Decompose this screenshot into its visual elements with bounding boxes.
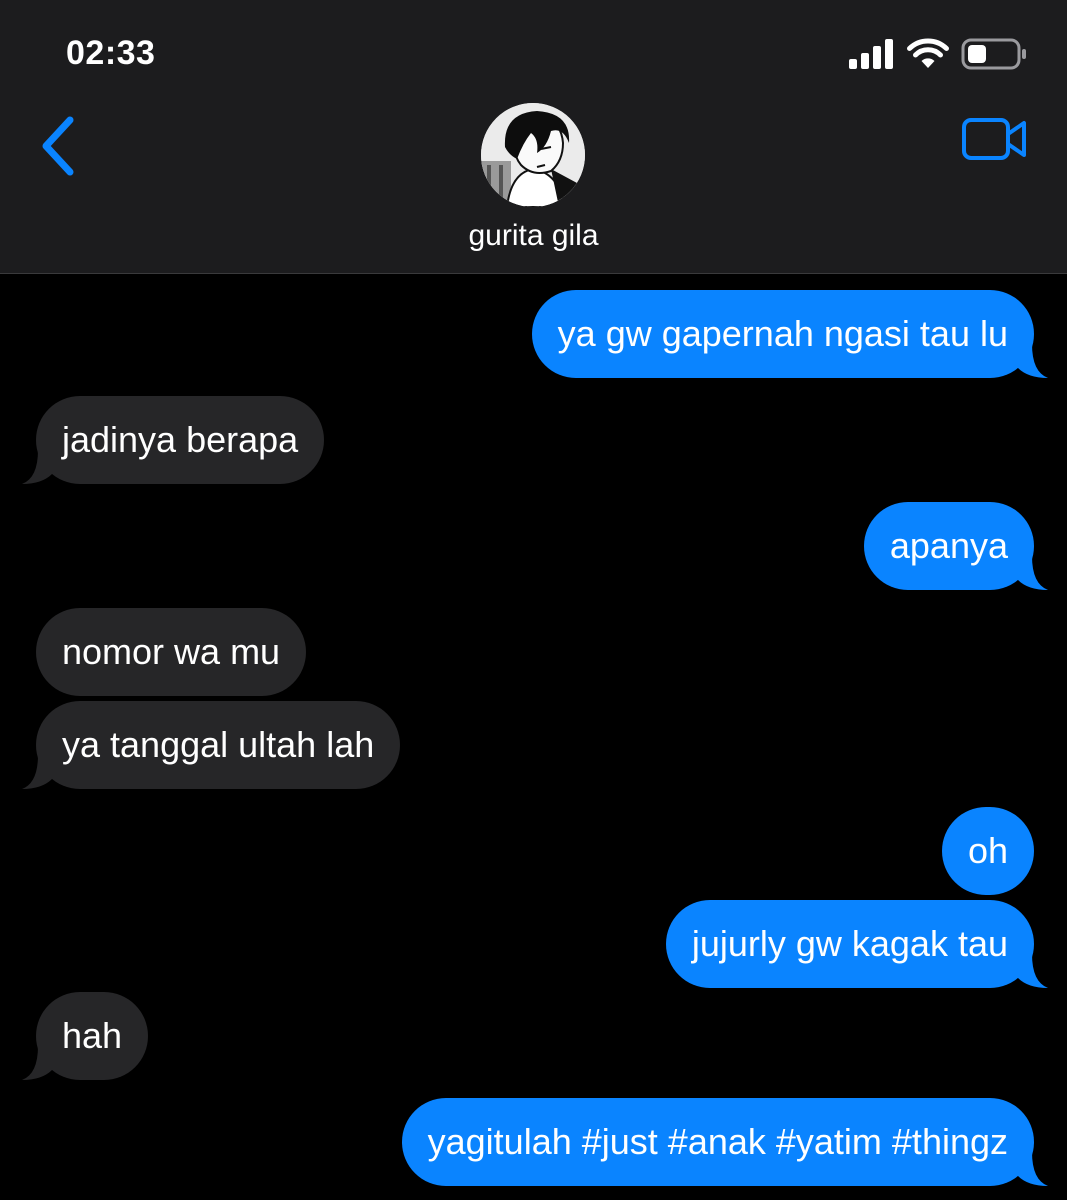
message-bubble-received[interactable]: nomor wa mu — [36, 608, 307, 696]
message-text: jadinya berapa — [62, 419, 299, 460]
message-bubble-sent[interactable]: oh — [941, 807, 1034, 895]
message-bubble-received[interactable]: ya tanggal ultah lah — [22, 701, 401, 789]
back-button[interactable] — [36, 112, 86, 182]
status-time: 02:33 — [66, 34, 156, 72]
message-text: ya tanggal ultah lah — [62, 724, 375, 765]
video-call-button[interactable] — [960, 114, 1030, 164]
contact-avatar[interactable] — [481, 103, 585, 207]
message-bubble-received[interactable]: hah — [22, 992, 149, 1080]
message-text: jujurly gw kagak tau — [691, 923, 1008, 964]
bubble-tail — [1018, 954, 1048, 988]
message-text: nomor wa mu — [62, 631, 281, 672]
message-bubble-sent[interactable]: apanya — [863, 502, 1048, 590]
wifi-icon — [907, 38, 949, 68]
message-bubble-sent[interactable]: jujurly gw kagak tau — [665, 900, 1048, 988]
bubble-tail — [22, 755, 52, 789]
message-bubble-received[interactable]: jadinya berapa — [22, 396, 325, 484]
battery-icon — [961, 38, 1026, 70]
video-camera-icon — [962, 118, 1026, 160]
message-text: oh — [967, 830, 1008, 871]
message-text: apanya — [889, 525, 1008, 566]
message-bubble-sent[interactable]: ya gw gapernah ngasi tau lu — [531, 290, 1048, 378]
bubble-tail — [1018, 1152, 1048, 1186]
message-bubble-sent[interactable]: yagitulah #just #anak #yatim #thingz — [401, 1098, 1048, 1186]
avatar-image — [481, 103, 585, 207]
bubble-tail — [1018, 556, 1048, 590]
conversation-header: 02:33 gurita gila — [0, 0, 1067, 274]
bubble-tail — [22, 450, 52, 484]
message-text: yagitulah #just #anak #yatim #thingz — [427, 1121, 1008, 1162]
bubble-tail — [1018, 344, 1048, 378]
contact-name[interactable]: gurita gila — [0, 219, 1067, 253]
status-icons — [849, 36, 1027, 72]
bubble-tail — [22, 1046, 52, 1080]
message-text: hah — [62, 1015, 123, 1056]
signal-icon — [849, 39, 893, 69]
message-text: ya gw gapernah ngasi tau lu — [557, 313, 1008, 354]
message-list: ya gw gapernah ngasi tau lu jadinya bera… — [0, 274, 1067, 1200]
chevron-left-icon — [42, 116, 74, 176]
